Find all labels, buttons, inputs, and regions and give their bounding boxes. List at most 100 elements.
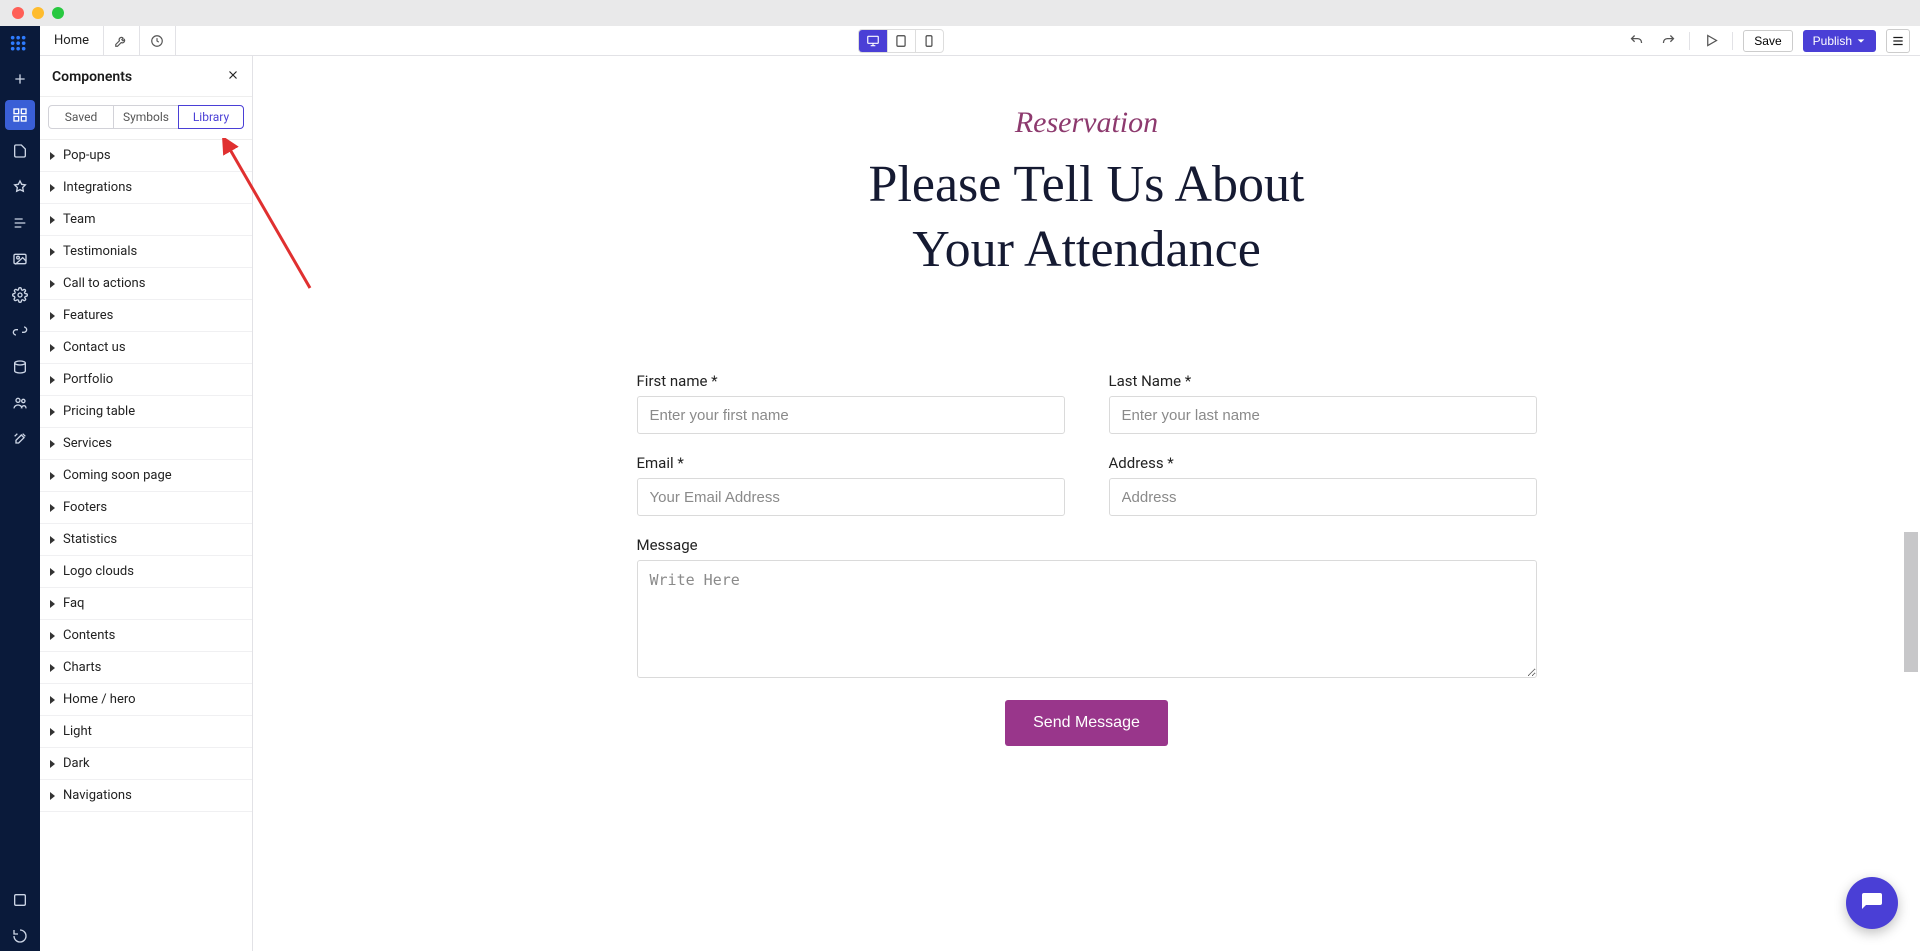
caret-right-icon <box>50 632 55 640</box>
page-icon[interactable] <box>5 136 35 166</box>
chevron-down-icon <box>1856 36 1866 46</box>
scrollbar-thumb[interactable] <box>1904 532 1918 672</box>
category-item[interactable]: Coming soon page <box>40 460 252 492</box>
link-icon[interactable] <box>5 316 35 346</box>
help-icon[interactable] <box>5 885 35 915</box>
caret-right-icon <box>50 376 55 384</box>
category-item[interactable]: Contents <box>40 620 252 652</box>
category-item[interactable]: Footers <box>40 492 252 524</box>
headline-line-2: Your Attendance <box>912 221 1261 278</box>
category-item[interactable]: Testimonials <box>40 236 252 268</box>
components-icon[interactable] <box>5 100 35 130</box>
caret-right-icon <box>50 440 55 448</box>
page-headline: Please Tell Us About Your Attendance <box>353 152 1820 282</box>
tab-library[interactable]: Library <box>178 105 244 129</box>
add-icon[interactable] <box>5 64 35 94</box>
device-tablet-button[interactable] <box>887 30 915 52</box>
category-label: Charts <box>63 660 101 675</box>
caret-right-icon <box>50 312 55 320</box>
category-label: Faq <box>63 596 84 611</box>
last-name-input[interactable] <box>1109 396 1537 434</box>
chat-fab-button[interactable] <box>1846 877 1898 929</box>
first-name-input[interactable] <box>637 396 1065 434</box>
category-item[interactable]: Features <box>40 300 252 332</box>
caret-right-icon <box>50 728 55 736</box>
category-item[interactable]: Call to actions <box>40 268 252 300</box>
publish-button[interactable]: Publish <box>1803 30 1876 52</box>
tools-icon[interactable] <box>5 424 35 454</box>
revert-icon[interactable] <box>5 921 35 951</box>
category-label: Footers <box>63 500 107 515</box>
topbar: Home <box>40 26 1920 56</box>
data-icon[interactable] <box>5 352 35 382</box>
preview-icon[interactable] <box>1700 30 1722 52</box>
send-message-button[interactable]: Send Message <box>1005 700 1168 746</box>
separator <box>1732 32 1733 50</box>
history-icon[interactable] <box>140 26 176 55</box>
hamburger-menu-button[interactable] <box>1886 29 1910 53</box>
tab-symbols[interactable]: Symbols <box>114 105 178 129</box>
settings-icon[interactable] <box>5 280 35 310</box>
mac-minimize-dot[interactable] <box>32 7 44 19</box>
save-button[interactable]: Save <box>1743 30 1792 52</box>
redo-icon[interactable] <box>1657 30 1679 52</box>
category-list[interactable]: Pop-ups IntegrationsTeamTestimonialsCall … <box>40 140 252 951</box>
canvas[interactable]: Reservation Please Tell Us About Your At… <box>253 56 1920 951</box>
image-icon[interactable] <box>5 244 35 274</box>
message-textarea[interactable] <box>637 560 1537 678</box>
caret-right-icon <box>50 792 55 800</box>
email-label: Email * <box>637 454 1065 472</box>
device-desktop-button[interactable] <box>859 30 887 52</box>
users-icon[interactable] <box>5 388 35 418</box>
category-item[interactable]: Light <box>40 716 252 748</box>
caret-right-icon <box>50 760 55 768</box>
panel-header: Components <box>40 56 252 97</box>
category-item[interactable]: Pricing table <box>40 396 252 428</box>
app-logo-icon[interactable] <box>7 32 33 58</box>
topbar-center <box>176 29 1625 53</box>
caret-right-icon <box>50 504 55 512</box>
caret-right-icon <box>50 216 55 224</box>
address-input[interactable] <box>1109 478 1537 516</box>
category-item[interactable]: Pop-ups <box>40 140 252 172</box>
caret-right-icon <box>50 344 55 352</box>
category-item[interactable]: Charts <box>40 652 252 684</box>
category-item[interactable]: Logo clouds <box>40 556 252 588</box>
close-icon[interactable] <box>226 68 240 86</box>
category-label: Coming soon page <box>63 468 172 483</box>
category-item[interactable]: Faq <box>40 588 252 620</box>
wrench-icon[interactable] <box>104 26 140 55</box>
mac-zoom-dot[interactable] <box>52 7 64 19</box>
app-root: Home <box>0 26 1920 951</box>
category-label: Services <box>63 436 112 451</box>
category-label: Logo clouds <box>63 564 134 579</box>
caret-right-icon <box>50 472 55 480</box>
caret-right-icon <box>50 408 55 416</box>
page-subtitle: Reservation <box>353 106 1820 140</box>
design-icon[interactable] <box>5 172 35 202</box>
category-item[interactable]: Contact us <box>40 332 252 364</box>
category-label: Dark <box>63 756 90 771</box>
category-item[interactable]: Portfolio <box>40 364 252 396</box>
mac-close-dot[interactable] <box>12 7 24 19</box>
category-item[interactable]: Navigations <box>40 780 252 812</box>
category-label: Statistics <box>63 532 117 547</box>
layers-icon[interactable] <box>5 208 35 238</box>
category-label: Pop-ups <box>63 148 111 163</box>
category-label: Light <box>63 724 92 739</box>
home-tab[interactable]: Home <box>40 26 104 55</box>
undo-icon[interactable] <box>1625 30 1647 52</box>
caret-right-icon <box>50 280 55 288</box>
device-mobile-button[interactable] <box>915 30 943 52</box>
category-item[interactable]: Team <box>40 204 252 236</box>
category-item[interactable]: Integrations <box>40 172 252 204</box>
panel-tabs: Saved Symbols Library <box>40 97 252 140</box>
category-item[interactable]: Home / hero <box>40 684 252 716</box>
message-label: Message <box>637 536 1537 554</box>
email-input[interactable] <box>637 478 1065 516</box>
category-item[interactable]: Services <box>40 428 252 460</box>
tab-saved[interactable]: Saved <box>48 105 114 129</box>
category-label: Home / hero <box>63 692 136 707</box>
category-item[interactable]: Statistics <box>40 524 252 556</box>
category-item[interactable]: Dark <box>40 748 252 780</box>
